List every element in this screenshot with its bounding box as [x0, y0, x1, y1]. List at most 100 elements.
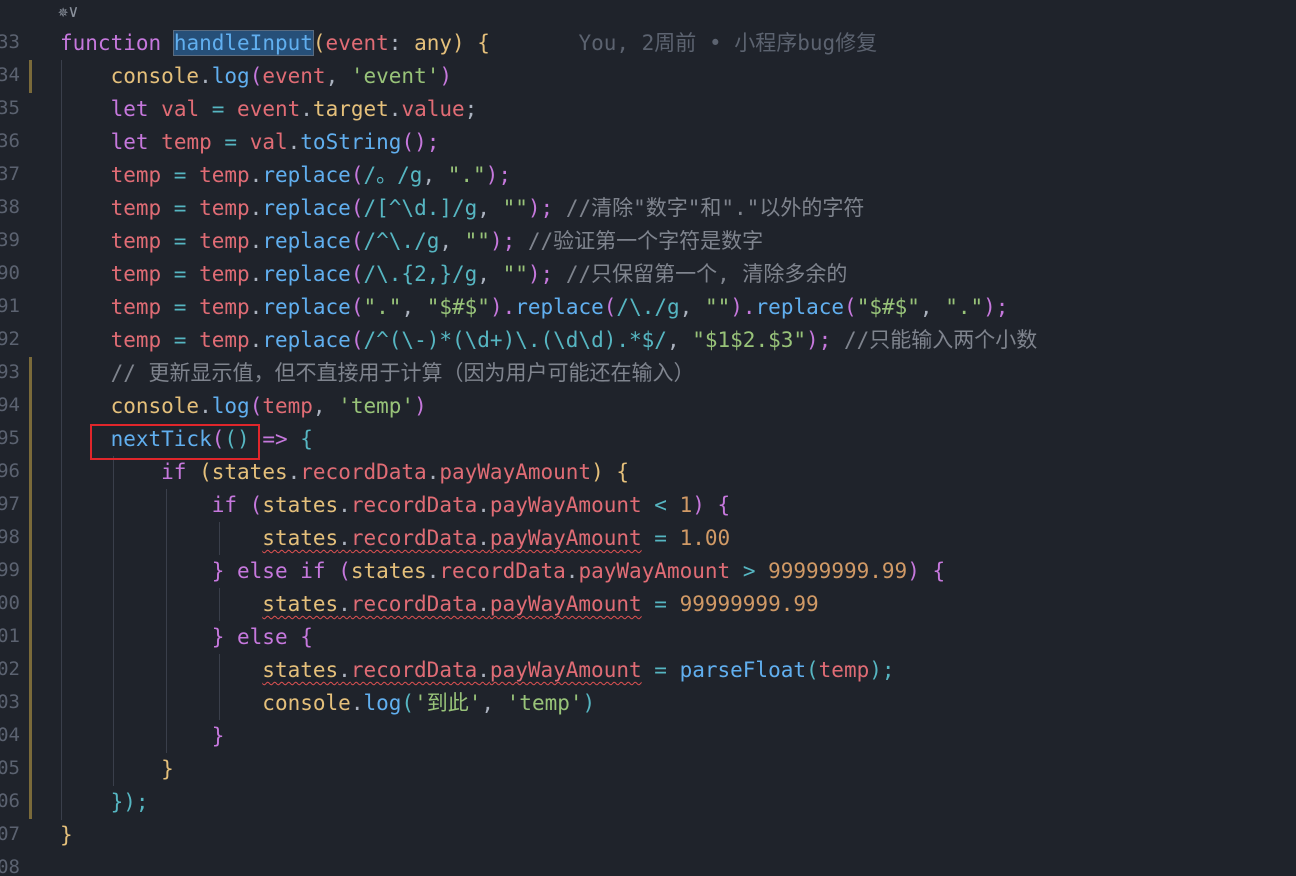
- punct: (: [186, 460, 212, 484]
- comment: //只保留第一个, 清除多余的: [565, 262, 848, 286]
- breadcrumb-toolbar[interactable]: ✵∨: [58, 2, 98, 24]
- code-line[interactable]: function handleInput(event: any) { You, …: [60, 27, 877, 60]
- param: event: [325, 31, 389, 55]
- method: replace: [515, 295, 604, 319]
- operator: >: [730, 559, 769, 583]
- code-line[interactable]: }: [60, 753, 174, 786]
- code-line[interactable]: // 更新显示值，但不直接用于计算（因为用户可能还在输入）: [60, 357, 695, 390]
- code-line[interactable]: temp = temp.replace(/^(\-)*(\d+)\.(\d\d)…: [60, 324, 1038, 357]
- operator: <: [641, 493, 680, 517]
- punct: ) {: [907, 559, 946, 583]
- identifier: states: [211, 460, 288, 484]
- code-line[interactable]: let val = event.target.value;: [60, 93, 478, 126]
- identifier: val: [249, 130, 288, 154]
- highlight-annotation-box: [90, 424, 260, 460]
- code-line[interactable]: states.recordData.payWayAmount = parseFl…: [60, 654, 895, 687]
- punct: (: [350, 229, 364, 253]
- line-number: 35: [0, 97, 20, 119]
- code-line[interactable]: temp = temp.replace(/。/g, ".");: [60, 159, 511, 192]
- code-line[interactable]: temp = temp.replace(/\.{2,}/g, ""); //只保…: [60, 258, 848, 291]
- property: payWayAmount: [578, 559, 731, 583]
- property: payWayAmount: [489, 493, 642, 517]
- property: recordData: [350, 592, 478, 616]
- code-line[interactable]: } else if (states.recordData.payWayAmoun…: [60, 555, 945, 588]
- code-line[interactable]: console.log('到此', 'temp'): [60, 687, 595, 720]
- identifier: event: [237, 97, 301, 121]
- method: parseFloat: [679, 658, 806, 682]
- punct: (: [312, 31, 326, 55]
- punct: .: [287, 460, 301, 484]
- code-line[interactable]: console.log(event, 'event'): [60, 60, 452, 93]
- code-line[interactable]: states.recordData.payWayAmount = 1.00: [60, 522, 730, 555]
- method: replace: [262, 262, 351, 286]
- number: 1: [679, 493, 693, 517]
- code-line[interactable]: console.log(temp, 'temp'): [60, 390, 427, 423]
- line-number: 96: [0, 460, 20, 482]
- string: ".": [447, 163, 486, 187]
- punct: ) {: [591, 460, 630, 484]
- punct: });: [110, 790, 149, 814]
- code-line[interactable]: if (states.recordData.payWayAmount) {: [60, 456, 629, 489]
- punct: ();: [401, 130, 440, 154]
- git-blame-annotation[interactable]: You, 2周前 • 小程序bug修复: [578, 31, 877, 55]
- punct: (: [350, 295, 364, 319]
- code-line[interactable]: temp = temp.replace(".", "$#$").replace(…: [60, 291, 1009, 324]
- punct: ): [439, 64, 453, 88]
- property: payWayAmount: [439, 460, 592, 484]
- punct: .: [338, 592, 351, 616]
- code-line[interactable]: let temp = val.toString();: [60, 126, 440, 159]
- operator: =: [211, 130, 250, 154]
- punct: }: [161, 757, 174, 781]
- method: replace: [755, 295, 845, 319]
- method: replace: [262, 196, 351, 220]
- identifier: states: [262, 592, 339, 616]
- punct: ,: [422, 163, 448, 187]
- code-line[interactable]: temp = temp.replace(/[^\d.]/g, ""); //清除…: [60, 192, 865, 225]
- punct: ,: [679, 295, 705, 319]
- git-modified-marker[interactable]: [29, 357, 32, 819]
- code-line[interactable]: }: [60, 720, 225, 753]
- code-line[interactable]: temp = temp.replace(/^\./g, ""); //验证第一个…: [60, 225, 764, 258]
- string: ".": [363, 295, 402, 319]
- line-number: 03: [0, 691, 20, 713]
- line-number: 33: [0, 31, 20, 53]
- punct: ,: [312, 394, 339, 418]
- keyword: else: [237, 625, 288, 649]
- line-number: 02: [0, 658, 20, 680]
- operator: =: [161, 163, 200, 187]
- property: recordData: [350, 493, 478, 517]
- punct: ;: [464, 97, 478, 121]
- code-line[interactable]: }: [60, 819, 73, 852]
- punct: (: [401, 691, 415, 715]
- code-editor[interactable]: ✵∨ 33 34 35 36 37 38 39 90 91 92 93 94 9…: [0, 0, 1296, 876]
- line-number: 91: [0, 295, 20, 317]
- keyword: else: [237, 559, 288, 583]
- punct: );: [869, 658, 895, 682]
- code-line[interactable]: if (states.recordData.payWayAmount < 1) …: [60, 489, 730, 522]
- punct: }: [211, 724, 225, 748]
- punct: ).: [489, 295, 516, 319]
- code-line[interactable]: } else {: [60, 621, 313, 654]
- punct: ,: [439, 229, 465, 253]
- method: log: [363, 691, 402, 715]
- punct: ) {: [452, 31, 490, 55]
- identifier: console: [110, 394, 200, 418]
- punct: ,: [919, 295, 946, 319]
- property: recordData: [300, 460, 427, 484]
- identifier: temp: [110, 262, 162, 286]
- identifier: temp: [818, 658, 870, 682]
- code-line[interactable]: });: [60, 786, 149, 819]
- punct: .: [388, 97, 402, 121]
- property: payWayAmount: [489, 658, 642, 682]
- keyword: if: [211, 493, 238, 517]
- keyword: let: [110, 130, 149, 154]
- punct: .: [338, 526, 351, 550]
- git-modified-marker[interactable]: [29, 60, 32, 93]
- identifier: temp: [199, 295, 250, 319]
- type: any: [414, 31, 452, 55]
- code-line[interactable]: states.recordData.payWayAmount = 9999999…: [60, 588, 819, 621]
- punct: ,: [477, 262, 503, 286]
- function-name[interactable]: handleInput: [172, 30, 314, 56]
- number: 99999999.99: [679, 592, 819, 616]
- line-number: 90: [0, 262, 20, 284]
